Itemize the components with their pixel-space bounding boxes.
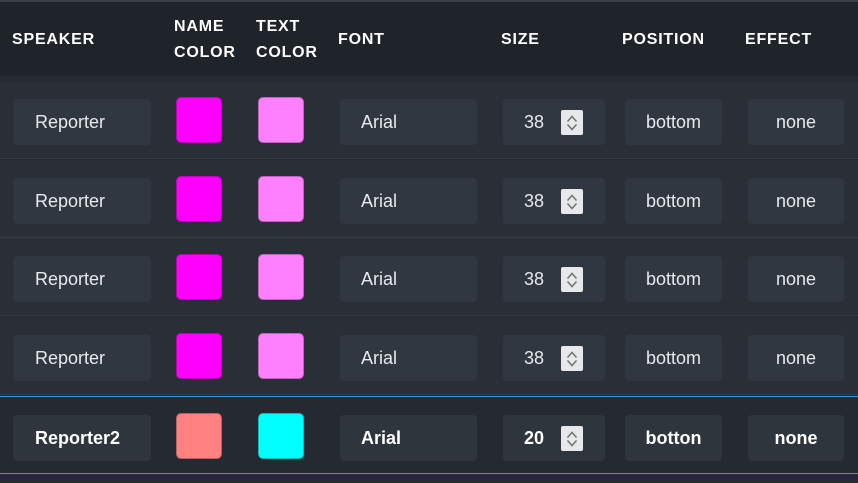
header-font: FONT — [338, 31, 385, 48]
text-color-swatch[interactable] — [258, 333, 304, 379]
size-value: 38 — [524, 268, 545, 289]
chevron-up-icon — [566, 114, 578, 122]
font-field[interactable]: Arial — [340, 256, 477, 302]
name-color-swatch[interactable] — [176, 176, 222, 222]
chevron-up-icon — [566, 350, 578, 358]
font-field[interactable]: Arial — [340, 415, 477, 461]
table-row[interactable]: Reporter Arial 38 bottom none — [0, 81, 858, 159]
table-row[interactable]: Reporter Arial 38 bottom none — [0, 160, 858, 238]
effect-field[interactable]: none — [748, 335, 844, 381]
header-name-color: NAME COLOR — [174, 18, 236, 61]
position-field[interactable]: bottom — [625, 99, 722, 145]
header-size: SIZE — [501, 31, 540, 48]
header-position: POSITION — [622, 31, 705, 48]
size-field[interactable]: 38 — [503, 178, 605, 224]
size-value: 20 — [524, 427, 545, 448]
chevron-up-icon — [566, 271, 578, 279]
table-header: SPEAKER NAME COLOR TEXT COLOR FONT SIZE … — [0, 0, 858, 76]
speaker-field[interactable]: Reporter — [13, 335, 151, 381]
size-stepper[interactable] — [561, 426, 583, 451]
speaker-field[interactable]: Reporter — [13, 99, 151, 145]
font-field[interactable]: Arial — [340, 335, 477, 381]
size-stepper[interactable] — [561, 267, 583, 292]
chevron-down-icon — [566, 123, 578, 131]
chevron-down-icon — [566, 280, 578, 288]
size-field[interactable]: 38 — [503, 99, 605, 145]
text-color-swatch[interactable] — [258, 97, 304, 143]
effect-field[interactable]: none — [748, 256, 844, 302]
chevron-up-icon — [566, 193, 578, 201]
name-color-swatch[interactable] — [176, 413, 222, 459]
size-stepper[interactable] — [561, 346, 583, 371]
table-row[interactable]: Reporter Arial 38 bottom none — [0, 317, 858, 395]
chevron-down-icon — [566, 202, 578, 210]
position-field[interactable]: bottom — [625, 256, 722, 302]
size-value: 38 — [524, 111, 545, 132]
chevron-down-icon — [566, 439, 578, 447]
name-color-swatch[interactable] — [176, 333, 222, 379]
header-effect: EFFECT — [745, 31, 813, 48]
size-field[interactable]: 38 — [503, 256, 605, 302]
text-color-swatch[interactable] — [258, 176, 304, 222]
position-field[interactable]: botton — [625, 415, 722, 461]
header-speaker: SPEAKER — [12, 31, 95, 48]
text-color-swatch[interactable] — [258, 413, 304, 459]
table-row-selected[interactable]: Reporter2 Arial 20 botton none — [0, 396, 858, 474]
header-text-color: TEXT COLOR — [256, 18, 318, 61]
size-value: 38 — [524, 347, 545, 368]
font-field[interactable]: Arial — [340, 178, 477, 224]
size-stepper[interactable] — [561, 189, 583, 214]
size-field[interactable]: 20 — [503, 415, 605, 461]
text-color-swatch[interactable] — [258, 254, 304, 300]
speaker-field[interactable]: Reporter — [13, 178, 151, 224]
position-field[interactable]: bottom — [625, 178, 722, 224]
table-row[interactable]: Reporter Arial 38 bottom none — [0, 238, 858, 316]
chevron-up-icon — [566, 430, 578, 438]
speaker-field[interactable]: Reporter — [13, 256, 151, 302]
size-value: 38 — [524, 190, 545, 211]
font-field[interactable]: Arial — [340, 99, 477, 145]
position-field[interactable]: bottom — [625, 335, 722, 381]
size-field[interactable]: 38 — [503, 335, 605, 381]
size-stepper[interactable] — [561, 110, 583, 135]
effect-field[interactable]: none — [748, 99, 844, 145]
effect-field[interactable]: none — [748, 178, 844, 224]
effect-field[interactable]: none — [748, 415, 844, 461]
name-color-swatch[interactable] — [176, 97, 222, 143]
speaker-field[interactable]: Reporter2 — [13, 415, 151, 461]
name-color-swatch[interactable] — [176, 254, 222, 300]
chevron-down-icon — [566, 359, 578, 367]
